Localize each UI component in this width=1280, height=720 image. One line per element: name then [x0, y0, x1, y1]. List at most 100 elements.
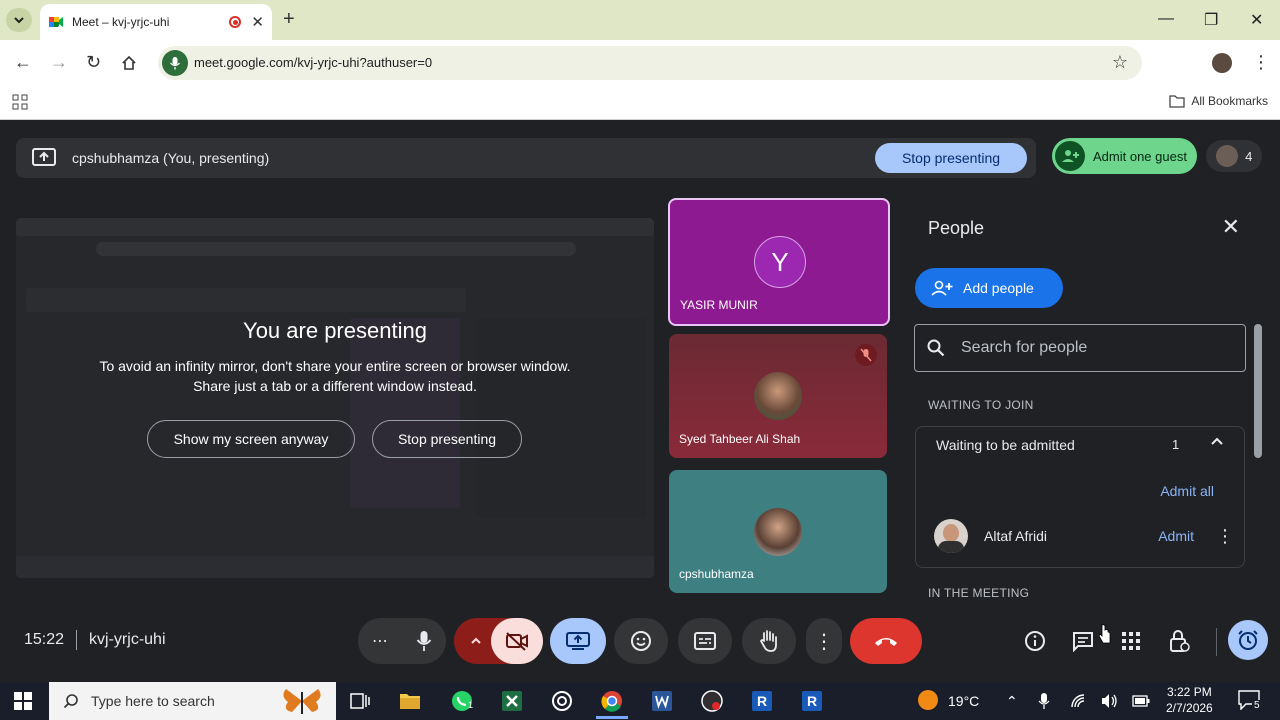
timer-button[interactable]: [1228, 620, 1268, 660]
overlay-heading: You are presenting: [243, 318, 427, 343]
task-view-icon[interactable]: [348, 689, 372, 713]
mic-control-group: ⋯: [358, 618, 446, 664]
panel-scrollbar[interactable]: [1254, 324, 1262, 458]
bookmark-star-icon[interactable]: ☆: [1112, 52, 1128, 73]
more-options-button[interactable]: ⋮: [806, 618, 842, 664]
excel-icon[interactable]: [500, 689, 524, 713]
windows-start-icon[interactable]: [14, 692, 32, 710]
overlay-stop-presenting-button[interactable]: Stop presenting: [372, 420, 522, 458]
admit-guest-label: Admit one guest: [1093, 148, 1187, 164]
wifi-icon[interactable]: [1070, 693, 1086, 709]
tab-search-button[interactable]: [6, 8, 32, 32]
panel-title: People: [928, 218, 985, 238]
chevron-up-icon[interactable]: [1210, 435, 1224, 449]
end-call-icon: [875, 638, 897, 646]
url-text: meet.google.com/kvj-yrjc-uhi?authuser=0: [194, 55, 433, 70]
system-clock[interactable]: 3:22 PM 2/7/2026: [1166, 684, 1213, 716]
taskbar-search-box[interactable]: Type here to search: [49, 682, 336, 720]
close-tab-icon[interactable]: ✕: [251, 13, 264, 31]
butterfly-icon: [283, 689, 321, 714]
home-icon[interactable]: [121, 55, 137, 71]
overlay-message-line2: Share just a tab or a different window i…: [193, 378, 477, 394]
profile-avatar[interactable]: [1212, 53, 1232, 73]
notifications-button[interactable]: 5: [1238, 690, 1262, 715]
reactions-button[interactable]: [614, 618, 668, 664]
tab-title: Meet – kvj-yrjc-uhi: [72, 15, 170, 29]
chevron-up-icon[interactable]: [470, 635, 482, 647]
participant-avatars: [1215, 145, 1238, 167]
camera-off-button[interactable]: [491, 618, 543, 664]
search-people-input[interactable]: Search for people: [914, 324, 1246, 372]
minimize-icon[interactable]: —: [1158, 10, 1174, 28]
microphone-icon[interactable]: [1038, 692, 1050, 710]
chat-icon[interactable]: [1070, 628, 1096, 654]
obs-icon[interactable]: [700, 689, 724, 713]
more-options-icon[interactable]: ⋮: [1216, 526, 1234, 547]
weather-icon[interactable]: [918, 690, 938, 710]
avatar: [754, 508, 802, 556]
presenting-overlay: You are presenting To avoid an infinity …: [16, 218, 654, 578]
leave-call-button[interactable]: [850, 618, 922, 664]
close-icon[interactable]: ✕: [1222, 214, 1240, 240]
restore-icon[interactable]: ❐: [1204, 10, 1218, 30]
avatar: [754, 372, 802, 420]
speaker-icon[interactable]: [1100, 692, 1118, 710]
word-icon[interactable]: [650, 689, 674, 713]
participant-tile-yasir[interactable]: Y YASIR MUNIR: [668, 198, 890, 326]
chrome-icon[interactable]: [600, 689, 624, 713]
admit-guest-button[interactable]: Admit one guest: [1052, 138, 1197, 174]
svg-text:R: R: [807, 693, 817, 709]
reload-icon[interactable]: ↻: [86, 52, 101, 73]
file-explorer-icon[interactable]: [398, 689, 422, 713]
site-mic-icon[interactable]: [162, 50, 188, 76]
clock-date: 2/7/2026: [1166, 701, 1213, 715]
participant-tile-syed[interactable]: Syed Tahbeer Ali Shah: [669, 334, 887, 458]
all-bookmarks-button[interactable]: All Bookmarks: [1169, 94, 1268, 108]
waiting-list: Waiting to be admitted 1 Admit all Altaf…: [915, 426, 1245, 568]
admit-all-button[interactable]: Admit all: [1160, 483, 1214, 499]
participants-button[interactable]: 4: [1206, 140, 1262, 172]
host-controls-icon[interactable]: [1166, 628, 1192, 654]
participant-tile-cpshubhamza[interactable]: cpshubhamza: [669, 470, 887, 593]
raise-hand-icon: [759, 630, 777, 652]
address-bar[interactable]: meet.google.com/kvj-yrjc-uhi?authuser=0 …: [158, 46, 1142, 80]
more-vert-icon: ⋮: [814, 630, 834, 653]
browser-tab-meet[interactable]: Meet – kvj-yrjc-uhi ✕: [40, 4, 272, 40]
microphone-icon[interactable]: [416, 630, 432, 652]
battery-icon[interactable]: [1132, 695, 1150, 707]
waiting-person-name: Altaf Afridi: [984, 528, 1048, 544]
raise-hand-button[interactable]: [742, 618, 796, 664]
add-people-button[interactable]: Add people: [915, 268, 1063, 308]
clock-time: 3:22 PM: [1167, 685, 1212, 699]
mouse-cursor-icon: [1098, 624, 1112, 644]
emoji-icon: [631, 631, 651, 651]
chevron-down-icon: [14, 17, 24, 24]
chatgpt-icon[interactable]: [550, 689, 574, 713]
show-screen-anyway-button[interactable]: Show my screen anyway: [147, 420, 355, 458]
search-icon: [63, 694, 78, 709]
activities-icon[interactable]: [1118, 628, 1144, 654]
chevron-up-icon[interactable]: ⌃: [1006, 693, 1018, 710]
more-audio-options-icon[interactable]: ⋯: [372, 631, 388, 651]
admit-button[interactable]: Admit: [1158, 528, 1194, 544]
participant-count: 4: [1245, 148, 1253, 164]
present-now-button[interactable]: [550, 618, 606, 664]
captions-button[interactable]: [678, 618, 732, 664]
meeting-info-icon[interactable]: [1022, 628, 1048, 654]
revit-icon[interactable]: R: [750, 689, 774, 713]
folder-icon: [1169, 95, 1185, 108]
forward-icon[interactable]: →: [50, 52, 68, 73]
divider: [76, 630, 78, 650]
meeting-details: 15:22 kvj-yrjc-uhi: [24, 630, 166, 650]
active-app-indicator: [596, 716, 628, 719]
person-add-icon: [1055, 141, 1085, 171]
revit-icon[interactable]: R: [800, 689, 824, 713]
close-window-icon[interactable]: ✕: [1250, 10, 1263, 30]
captions-icon: [694, 632, 716, 650]
browser-menu-icon[interactable]: ⋮: [1252, 52, 1270, 73]
stop-presenting-button[interactable]: Stop presenting: [875, 143, 1027, 173]
new-tab-icon[interactable]: +: [283, 8, 295, 31]
back-icon[interactable]: ←: [14, 52, 32, 73]
apps-grid-icon[interactable]: [12, 94, 28, 110]
waiting-header[interactable]: Waiting to be admitted: [936, 437, 1075, 453]
